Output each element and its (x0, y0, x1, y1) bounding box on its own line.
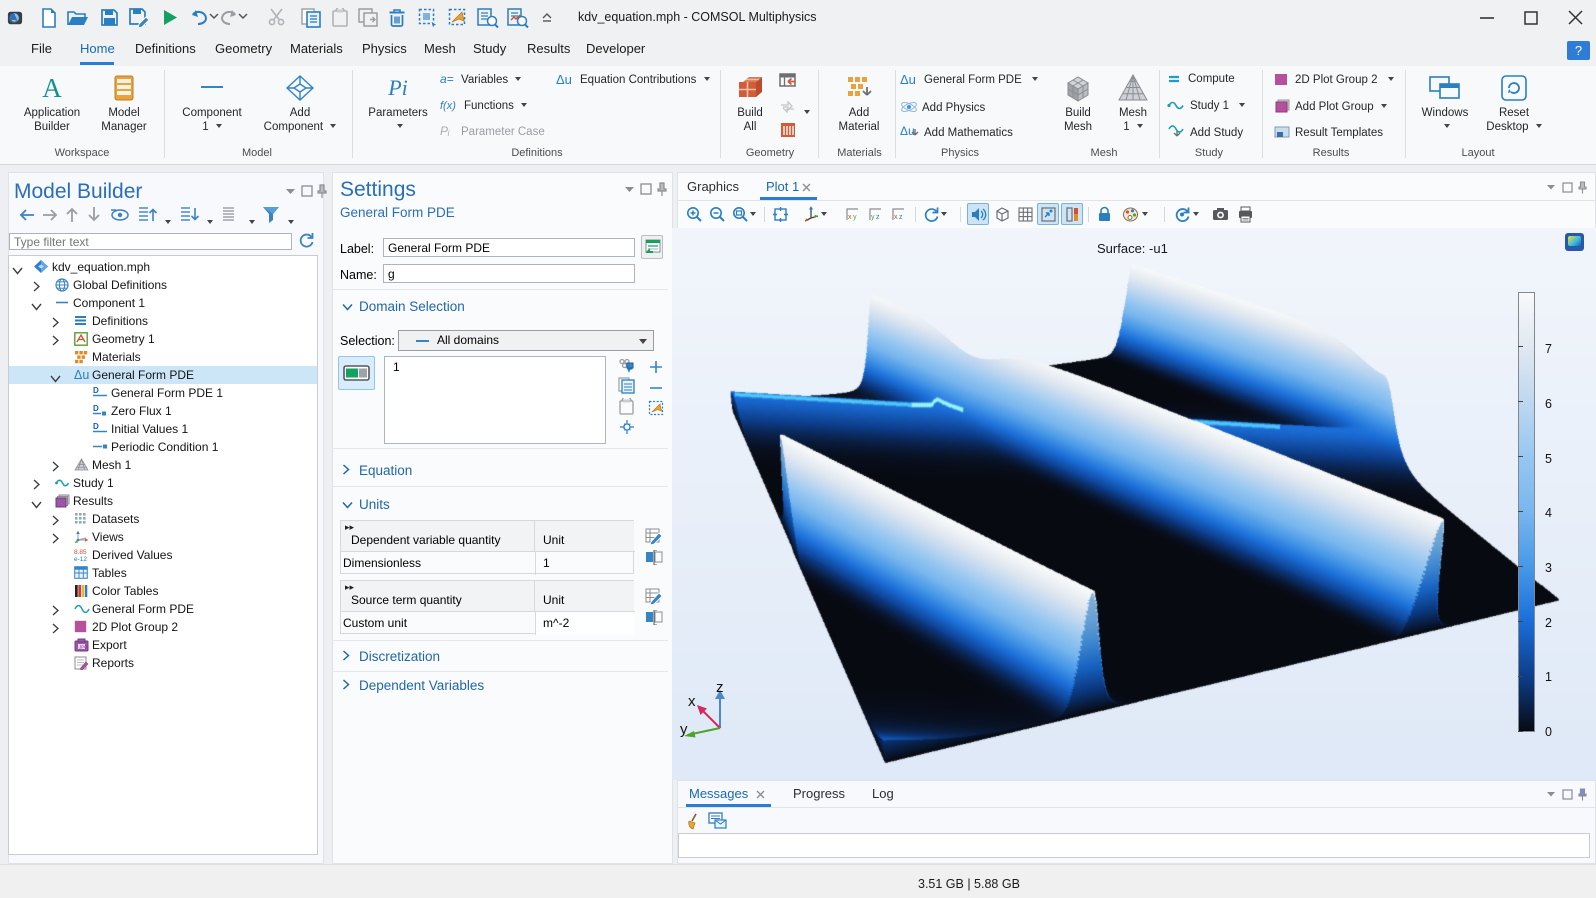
svg-text:Pi: Pi (387, 75, 408, 100)
svg-text:D: D (93, 386, 99, 395)
svg-text:z: z (899, 214, 903, 221)
svg-text:x: x (688, 693, 696, 710)
svg-text:Δu: Δu (74, 368, 89, 381)
svg-text:Δu: Δu (900, 73, 916, 86)
svg-text:y: y (871, 214, 875, 221)
svg-text:y: y (853, 214, 857, 221)
svg-text:A: A (42, 74, 62, 102)
svg-text:z: z (716, 682, 724, 696)
svg-text:D: D (93, 404, 99, 413)
svg-text:Δu: Δu (556, 73, 572, 86)
svg-text:JPG: JPG (79, 645, 88, 650)
svg-text:a=: a= (440, 73, 454, 86)
svg-text:e-12: e-12 (74, 556, 87, 562)
svg-text:x: x (848, 214, 852, 221)
svg-text:z: z (876, 214, 880, 221)
svg-text:8.85: 8.85 (74, 549, 87, 556)
svg-text:y: y (680, 721, 688, 738)
svg-text:Pᵢ: Pᵢ (440, 125, 450, 138)
svg-text:x: x (894, 214, 898, 221)
svg-text:f(x): f(x) (440, 100, 456, 112)
svg-text:Δu: Δu (900, 125, 915, 138)
svg-text:D: D (93, 422, 99, 431)
